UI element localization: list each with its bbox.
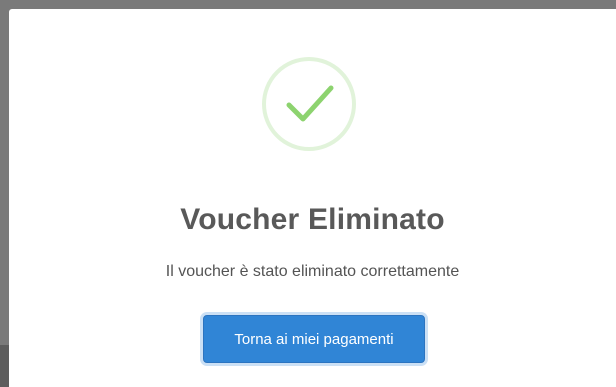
background-page-edge [0, 345, 9, 387]
dialog-title: Voucher Eliminato [180, 203, 445, 236]
dialog-message: Il voucher è stato eliminato correttamen… [165, 263, 460, 280]
back-to-payments-button[interactable]: Torna ai miei pagamenti [203, 315, 425, 363]
success-dialog: Voucher Eliminato Il voucher è stato eli… [9, 9, 616, 387]
checkmark-icon [262, 57, 356, 151]
